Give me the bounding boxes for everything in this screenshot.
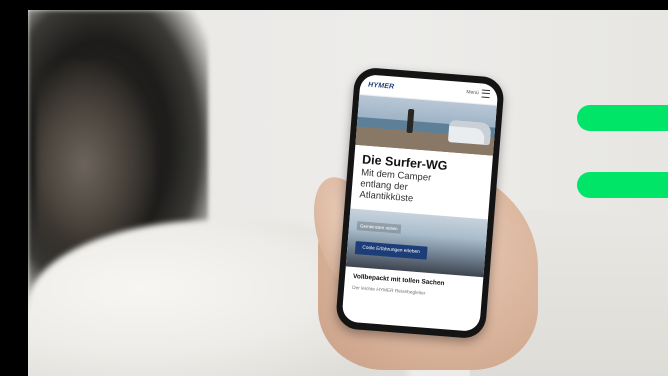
brand-logo[interactable]: HYMER — [368, 81, 395, 90]
promo-banner: Gemeinsam reisen Coole Erfahrungen erleb… — [345, 208, 488, 278]
article-teaser: Die Surfer-WG Mit dem Camper entlang der… — [351, 145, 493, 211]
top-frame-bar — [0, 0, 668, 10]
cta-button[interactable]: Coole Erfahrungen erleben — [354, 241, 428, 260]
hero-image — [355, 94, 497, 156]
green-pill-top — [577, 105, 668, 131]
camper-van — [447, 120, 492, 146]
left-frame-bar — [0, 0, 28, 376]
menu-label: Menü — [466, 89, 480, 97]
promo-label: Gemeinsam reisen — [356, 221, 402, 234]
smartphone: HYMER Menü Die Surfer-WG Mit dem Camper … — [334, 66, 506, 340]
hamburger-icon — [481, 89, 491, 99]
photo-background: HYMER Menü Die Surfer-WG Mit dem Camper … — [0, 0, 668, 376]
green-pill-bottom — [577, 172, 668, 198]
menu-button[interactable]: Menü — [466, 88, 491, 99]
phone-screen: HYMER Menü Die Surfer-WG Mit dem Camper … — [341, 73, 499, 333]
